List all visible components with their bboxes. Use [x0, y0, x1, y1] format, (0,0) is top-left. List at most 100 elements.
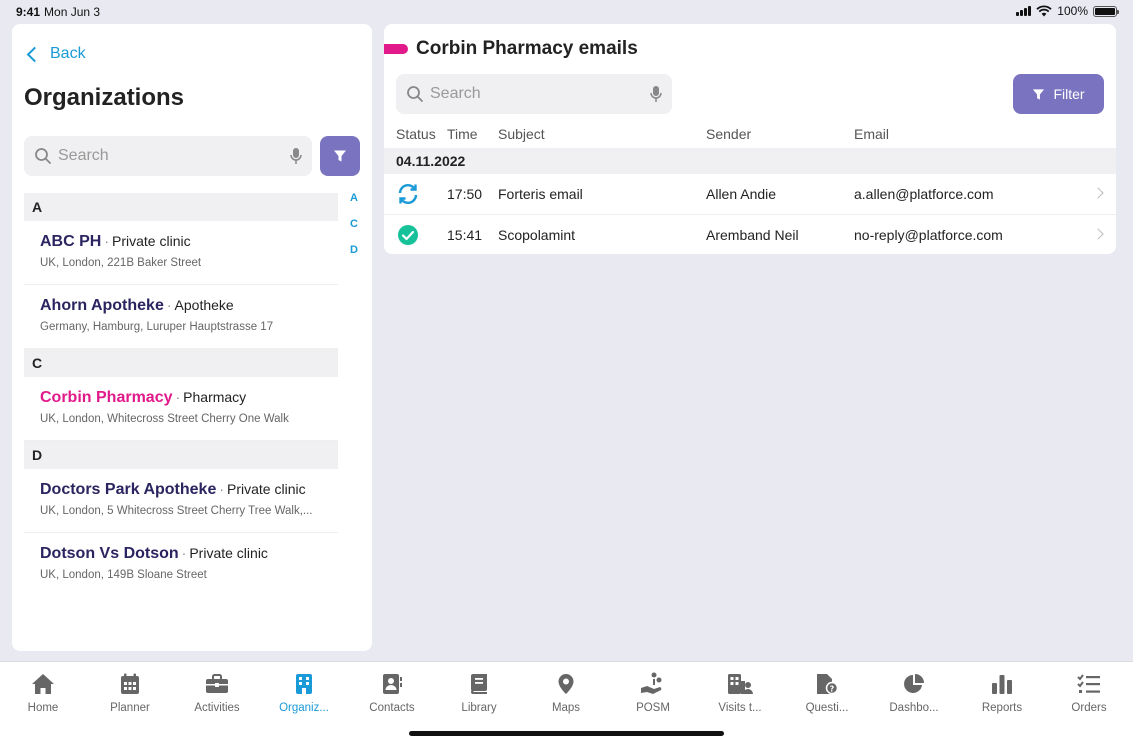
- organizations-list: A ABC PH · Private clinic UK, London, 221B…: [24, 193, 338, 597]
- sync-icon: [398, 184, 418, 204]
- column-header-sender: Sender: [706, 126, 752, 142]
- org-title-line: Corbin Pharmacy · Pharmacy: [40, 389, 338, 407]
- org-type: Private clinic: [227, 481, 306, 497]
- contact-card-icon: [383, 674, 402, 694]
- tab-dashboards[interactable]: Dashbo...: [878, 672, 950, 714]
- tab-contacts[interactable]: Contacts: [356, 672, 428, 714]
- checklist-icon: [1077, 674, 1100, 693]
- chevron-left-icon: [26, 46, 43, 62]
- organizations-search-input[interactable]: Search: [24, 136, 312, 176]
- tab-orders[interactable]: Orders: [1053, 672, 1125, 714]
- org-name: Ahorn Apotheke: [40, 297, 164, 314]
- row-sender: Aremband Neil: [706, 227, 799, 243]
- separator: ·: [166, 297, 172, 313]
- tab-label: Library: [461, 702, 497, 714]
- section-header: D: [24, 441, 338, 469]
- hand-coins-icon: [641, 672, 662, 694]
- row-time: 17:50: [447, 186, 483, 202]
- separator: ·: [104, 233, 110, 249]
- row-email: a.allen@platforce.com: [854, 186, 994, 202]
- tab-organizations[interactable]: Organiz...: [268, 672, 340, 714]
- tab-label: POSM: [636, 702, 670, 714]
- table-row[interactable]: 17:50 Forteris email Allen Andie a.allen…: [384, 174, 1116, 214]
- tab-label: Home: [27, 702, 59, 714]
- battery-icon: [1093, 5, 1119, 17]
- emails-search-input[interactable]: Search: [396, 74, 672, 114]
- column-header-status: Status: [396, 126, 436, 142]
- table-row[interactable]: 15:41 Scopolamint Aremband Neil no-reply…: [384, 214, 1116, 254]
- index-letter[interactable]: A: [350, 192, 358, 206]
- index-letter[interactable]: C: [350, 218, 358, 232]
- org-title-line: Doctors Park Apotheke · Private clinic: [40, 481, 338, 499]
- battery-percent: 100%: [1057, 4, 1088, 18]
- check-circle-icon: [398, 225, 418, 245]
- separator: ·: [175, 389, 181, 405]
- column-header-subject: Subject: [498, 126, 545, 142]
- alphabet-index: A C D: [350, 192, 358, 258]
- section-header: C: [24, 349, 338, 377]
- briefcase-icon: [206, 674, 228, 693]
- back-label: Back: [50, 45, 86, 62]
- tab-library[interactable]: Library: [443, 672, 515, 714]
- index-letter[interactable]: D: [350, 244, 358, 258]
- status-bar: 9:41 Mon Jun 3 100%: [0, 0, 1133, 24]
- row-sender: Allen Andie: [706, 186, 777, 202]
- tab-questionnaires[interactable]: ? Questi...: [791, 672, 863, 714]
- bar-chart-icon: [992, 675, 1012, 694]
- tab-label: Activities: [194, 702, 240, 714]
- org-address: UK, London, Whitecross Street Cherry One…: [40, 413, 289, 425]
- wifi-icon: [1036, 5, 1052, 17]
- search-placeholder: Search: [58, 147, 109, 164]
- book-icon: [471, 674, 487, 694]
- map-pin-icon: [558, 674, 574, 694]
- tab-maps[interactable]: Maps: [530, 672, 602, 714]
- tab-planner[interactable]: Planner: [94, 672, 166, 714]
- filter-button[interactable]: [320, 136, 360, 176]
- home-icon: [32, 674, 54, 694]
- tab-label: Planner: [110, 702, 150, 714]
- row-time: 15:41: [447, 227, 483, 243]
- tab-label: Reports: [981, 702, 1023, 714]
- buildings-person-icon: [728, 674, 753, 694]
- list-item-selected[interactable]: Corbin Pharmacy · Pharmacy UK, London, Whi…: [24, 377, 338, 441]
- org-type: Private clinic: [189, 545, 268, 561]
- org-type: Pharmacy: [183, 389, 247, 405]
- list-item[interactable]: Doctors Park Apotheke · Private clinic UK,…: [24, 469, 338, 533]
- org-title-line: ABC PH · Private clinic: [40, 233, 338, 251]
- tab-label: Orders: [1071, 702, 1107, 714]
- microphone-icon[interactable]: [650, 85, 662, 103]
- status-right: 100%: [1016, 4, 1119, 18]
- row-subject: Scopolamint: [498, 227, 576, 243]
- tab-label: Questi...: [805, 702, 849, 714]
- filter-icon: [1033, 88, 1045, 100]
- org-address: UK, London, 221B Baker Street: [40, 257, 202, 269]
- section-header: A: [24, 193, 338, 221]
- back-button[interactable]: Back: [25, 45, 86, 63]
- org-name: Corbin Pharmacy: [40, 389, 173, 406]
- search-icon: [407, 86, 423, 102]
- tab-visits[interactable]: Visits t...: [704, 672, 776, 714]
- list-item[interactable]: Dotson Vs Dotson · Private clinic UK, Lond…: [24, 533, 338, 597]
- filter-label: Filter: [1053, 86, 1085, 102]
- battery-fill: [1095, 7, 1115, 15]
- row-subject: Forteris email: [498, 186, 583, 202]
- question-doc-icon: ?: [817, 674, 839, 695]
- tab-label: Organiz...: [279, 702, 329, 714]
- tab-label: Visits t...: [718, 702, 762, 714]
- list-item[interactable]: Ahorn Apotheke · Apotheke Germany, Hamburg…: [24, 285, 338, 349]
- microphone-icon[interactable]: [290, 147, 302, 165]
- filter-button[interactable]: Filter: [1013, 74, 1104, 114]
- search-placeholder: Search: [430, 85, 481, 102]
- tab-home[interactable]: Home: [7, 672, 79, 714]
- emails-title: Corbin Pharmacy emails: [416, 38, 638, 59]
- list-item[interactable]: ABC PH · Private clinic UK, London, 221B B…: [24, 221, 338, 285]
- date-group-header: 04.11.2022: [384, 148, 1116, 174]
- separator: ·: [219, 481, 225, 497]
- accent-tag: [384, 44, 408, 54]
- column-header-email: Email: [854, 126, 890, 142]
- tab-reports[interactable]: Reports: [966, 672, 1038, 714]
- home-indicator[interactable]: [409, 731, 724, 736]
- tab-activities[interactable]: Activities: [181, 672, 253, 714]
- status-time: 9:41 Mon Jun 3: [16, 5, 101, 19]
- tab-posm[interactable]: POSM: [617, 672, 689, 714]
